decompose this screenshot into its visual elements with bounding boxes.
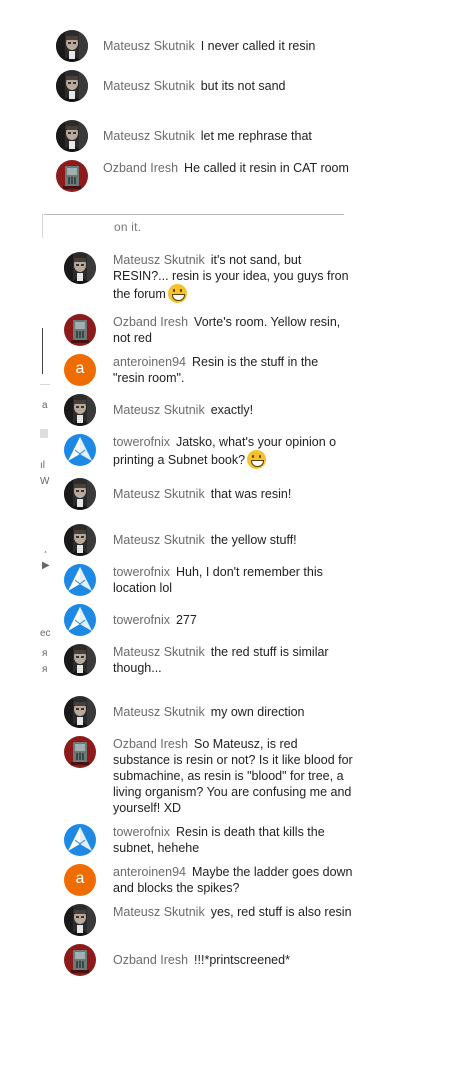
comment-text: Mateusz Skutnik I never called it resin <box>103 38 353 54</box>
avatar[interactable]: a <box>64 354 96 386</box>
author-name[interactable]: Ozband Iresh <box>113 737 188 751</box>
avatar[interactable] <box>64 696 96 728</box>
grinning-face-icon <box>247 450 267 469</box>
cropped-text: on it. <box>114 220 142 234</box>
avatar[interactable] <box>56 160 88 192</box>
comment-text: Mateusz Skutnik the yellow stuff! <box>113 532 353 548</box>
author-name[interactable]: Mateusz Skutnik <box>113 487 205 501</box>
left-fragment: ec <box>40 628 51 639</box>
comment-text: towerofnix Resin is death that kills the … <box>113 824 353 856</box>
author-name[interactable]: towerofnix <box>113 435 170 449</box>
avatar[interactable] <box>56 30 88 62</box>
comment-text: Mateusz Skutnik yes, red stuff is also re… <box>113 904 353 920</box>
comment-body: !!!*printscreened* <box>194 953 290 967</box>
author-name[interactable]: Mateusz Skutnik <box>113 253 205 267</box>
comment-body: but its not sand <box>200 79 286 93</box>
avatar[interactable] <box>64 944 96 976</box>
comment-body: my own direction <box>210 705 305 719</box>
author-name[interactable]: Mateusz Skutnik <box>113 533 205 547</box>
avatar[interactable] <box>64 904 96 936</box>
comment-text: towerofnix 277 <box>113 612 353 628</box>
author-name[interactable]: anteroinen94 <box>113 355 186 369</box>
avatar[interactable] <box>64 644 96 676</box>
comment-body: He called it resin in CAT room <box>184 161 349 175</box>
grinning-face-icon <box>167 284 187 303</box>
comment-text: Mateusz Skutnik but its not sand <box>103 78 353 94</box>
comment-text: Mateusz Skutnik the red stuff is similar … <box>113 644 353 676</box>
author-name[interactable]: towerofnix <box>113 825 170 839</box>
author-name[interactable]: Mateusz Skutnik <box>113 403 205 417</box>
left-fragment: a <box>42 400 48 411</box>
comment-text: Ozband Iresh So Mateusz, is red substance… <box>113 736 353 816</box>
author-name[interactable]: Mateusz Skutnik <box>113 905 205 919</box>
author-name[interactable]: towerofnix <box>113 613 170 627</box>
left-fragment: ▶ <box>42 560 50 571</box>
avatar[interactable] <box>64 824 96 856</box>
left-crop-line-1 <box>42 214 43 238</box>
cropped-comment-fragment: on it. <box>44 214 324 236</box>
avatar-letter: a <box>75 360 85 377</box>
comment-body: yes, red stuff is also resin <box>210 905 352 919</box>
comment-text: towerofnix Jatsko, what's your opinion o … <box>113 434 353 469</box>
author-name[interactable]: Ozband Iresh <box>113 953 188 967</box>
comment-body: that was resin! <box>210 487 292 501</box>
comment-text: Ozband Iresh !!!*printscreened* <box>113 952 353 968</box>
comment-body: let me rephrase that <box>200 129 312 143</box>
comment-body: the yellow stuff! <box>210 533 297 547</box>
avatar[interactable] <box>64 478 96 510</box>
avatar[interactable] <box>56 70 88 102</box>
comment-text: Mateusz Skutnik let me rephrase that <box>103 128 353 144</box>
author-name[interactable]: Mateusz Skutnik <box>103 79 195 93</box>
comment-body: exactly! <box>210 403 254 417</box>
left-fragment: ıl <box>40 460 45 471</box>
avatar[interactable] <box>64 434 96 466</box>
comment-text: Mateusz Skutnik it's not sand, but RESIN?… <box>113 252 353 303</box>
left-crop-line-4 <box>40 384 50 385</box>
left-fragment: я <box>42 664 48 675</box>
comment-text: Mateusz Skutnik my own direction <box>113 704 353 720</box>
left-crop-line-2 <box>42 328 43 374</box>
left-fragment: ¸ <box>44 543 48 554</box>
avatar[interactable] <box>64 736 96 768</box>
comment-text: anteroinen94 Resin is the stuff in the "r… <box>113 354 353 386</box>
author-name[interactable]: Mateusz Skutnik <box>103 39 195 53</box>
comment-body: I never called it resin <box>200 39 316 53</box>
author-name[interactable]: Ozband Iresh <box>113 315 188 329</box>
author-name[interactable]: Mateusz Skutnik <box>113 705 205 719</box>
author-name[interactable]: Mateusz Skutnik <box>103 129 195 143</box>
avatar[interactable] <box>56 120 88 152</box>
left-crop-line-3 <box>40 429 48 438</box>
author-name[interactable]: Mateusz Skutnik <box>113 645 205 659</box>
avatar[interactable] <box>64 394 96 426</box>
avatar[interactable] <box>64 604 96 636</box>
comment-text: towerofnix Huh, I don't remember this loc… <box>113 564 353 596</box>
comment-text: Mateusz Skutnik that was resin! <box>113 486 353 502</box>
left-fragment: я <box>42 648 48 659</box>
author-name[interactable]: anteroinen94 <box>113 865 186 879</box>
avatar-letter: a <box>75 870 85 887</box>
author-name[interactable]: Ozband Iresh <box>103 161 178 175</box>
comment-text: Ozband Iresh Vorte's room. Yellow resin, … <box>113 314 353 346</box>
comment-text: Ozband Iresh He called it resin in CAT ro… <box>103 160 353 176</box>
avatar[interactable]: a <box>64 864 96 896</box>
avatar[interactable] <box>64 564 96 596</box>
comment-body: 277 <box>175 613 197 627</box>
avatar[interactable] <box>64 524 96 556</box>
author-name[interactable]: towerofnix <box>113 565 170 579</box>
left-fragment: W <box>40 476 50 487</box>
avatar[interactable] <box>64 252 96 284</box>
avatar[interactable] <box>64 314 96 346</box>
comment-text: Mateusz Skutnik exactly! <box>113 402 353 418</box>
comment-text: anteroinen94 Maybe the ladder goes down a… <box>113 864 353 896</box>
crop-edge <box>44 214 344 215</box>
